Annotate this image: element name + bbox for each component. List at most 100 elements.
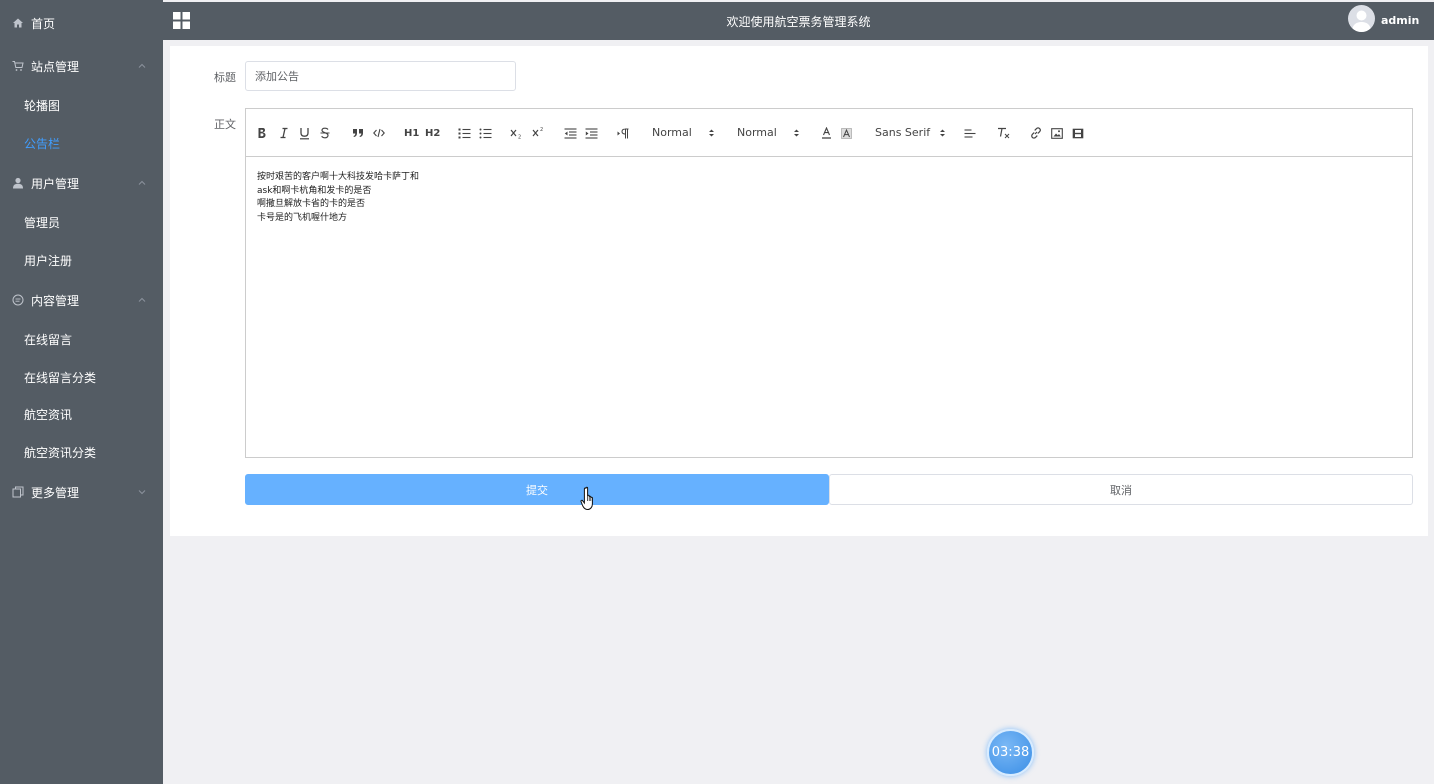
align-left-icon [964,128,976,138]
image-button[interactable] [1051,126,1063,140]
hand-cursor-icon [580,486,593,511]
image-icon [1051,127,1063,139]
sidebar-item-home[interactable]: 首页 [0,4,163,42]
sidebar-item-label: 轮播图 [24,98,61,113]
chat-icon [12,294,24,306]
copy-icon [12,486,24,498]
updown-caret-icon [940,129,945,137]
cancel-button[interactable]: 取消 [829,474,1413,505]
sidebar-item-message-category[interactable]: 在线留言分类 [0,358,163,396]
floating-timer[interactable]: 03:38 [987,729,1034,776]
sidebar-item-news-category[interactable]: 航空资讯分类 [0,433,163,471]
sidebar-item-carousel[interactable]: 轮播图 [0,86,163,124]
page-title: 欢迎使用航空票务管理系统 [726,15,871,29]
title-label: 标题 [214,71,236,84]
highlight-icon [841,127,852,139]
bold-icon [258,128,266,138]
sidebar-item-label: 在线留言分类 [24,370,97,385]
chevron-up-icon [138,63,146,68]
home-icon [13,18,23,28]
underline-icon [300,127,309,139]
superscript-icon: 2 [532,127,543,137]
size-picker[interactable]: Normal [737,126,803,140]
sidebar-group-user[interactable]: 用户管理 [0,164,163,202]
sidebar-item-aviation-news[interactable]: 航空资讯 [0,395,163,433]
sidebar-item-label: 公告栏 [24,136,61,151]
h2-text: H2 [425,127,441,139]
top-header: 欢迎使用航空票务管理系统 admin [163,2,1434,40]
sidebar-group-content[interactable]: 内容管理 [0,281,163,319]
title-input[interactable] [245,61,516,91]
link-button[interactable] [1030,126,1042,140]
link-icon [1031,127,1041,139]
sidebar-item-online-message[interactable]: 在线留言 [0,320,163,358]
sidebar-item-label: 航空资讯分类 [24,445,97,460]
content-line: 卡号是的飞机喔什地方 [257,212,348,223]
italic-button[interactable] [279,126,289,140]
bold-button[interactable] [257,126,267,140]
sidebar-group-label: 站点管理 [31,59,80,74]
sidebar-item-label: 航空资讯 [24,407,73,422]
body-label: 正文 [214,118,236,131]
outdent-button[interactable] [564,126,577,140]
header-1-button[interactable]: H1 [404,126,419,140]
h1-text: H1 [404,127,420,139]
editor-toolbar: H1 H2 2 2 Normal Normal Sans Serif [246,109,1412,157]
outdent-icon [564,127,577,139]
indent-button[interactable] [585,126,598,140]
subscript-button[interactable]: 2 [510,126,523,140]
font-picker[interactable]: Sans Serif [875,126,947,140]
updown-caret-icon [709,129,714,137]
content-line: ask和啊卡杭角和发卡的是否 [257,185,372,196]
background-color-button[interactable] [841,126,852,140]
align-button[interactable] [964,126,976,140]
strike-button[interactable] [320,126,330,140]
superscript-button[interactable]: 2 [532,126,545,140]
strikethrough-icon [320,127,330,139]
text-color-button[interactable] [821,126,832,140]
sidebar-item-admins[interactable]: 管理员 [0,203,163,241]
font-picker-value: Sans Serif [875,126,931,139]
editor-content[interactable]: 按时艰苦的客户啊十大科技发哈卡萨丁和 ask和啊卡杭角和发卡的是否 啊撒旦解放卡… [257,171,419,225]
username[interactable]: admin [1381,14,1419,27]
bullet-list-button[interactable] [479,126,492,140]
video-button[interactable] [1072,126,1084,140]
clear-format-button[interactable] [997,126,1010,140]
bullet-list-icon [479,128,492,138]
svg-text:2: 2 [540,127,543,133]
cart-icon [12,61,24,71]
sidebar-group-label: 更多管理 [31,485,80,500]
sidebar: 首页 站点管理 轮播图 公告栏 用户管理 管理员 用户注册 内容管理 在线留言 … [0,0,163,784]
chevron-up-icon [138,297,146,302]
underline-button[interactable] [299,126,310,140]
quote-icon [353,129,363,137]
rich-text-editor: H1 H2 2 2 Normal Normal Sans Serif 按时艰苦的… [245,108,1413,458]
sidebar-item-label: 管理员 [24,215,61,230]
sidebar-group-more[interactable]: 更多管理 [0,473,163,511]
text-direction-button[interactable] [617,126,629,140]
sidebar-item-user-register[interactable]: 用户注册 [0,241,163,279]
submit-button[interactable]: 提交 [245,474,829,505]
font-color-icon [822,127,831,139]
header-2-button[interactable]: H2 [425,126,440,140]
subscript-icon: 2 [510,129,521,139]
indent-icon [585,127,598,139]
user-icon [13,177,23,189]
content-line: 按时艰苦的客户啊十大科技发哈卡萨丁和 [257,172,420,182]
code-block-button[interactable] [373,126,385,140]
sidebar-group-label: 用户管理 [31,176,80,191]
header-picker-value: Normal [652,126,692,139]
sidebar-item-notice-board[interactable]: 公告栏 [0,124,163,162]
updown-caret-icon [794,129,799,137]
text-direction-icon [617,128,629,138]
ordered-list-button[interactable] [458,126,471,140]
clear-format-icon [998,127,1010,139]
header-picker[interactable]: Normal [652,126,718,140]
avatar[interactable] [1348,5,1375,32]
size-picker-value: Normal [737,126,777,139]
sidebar-group-site[interactable]: 站点管理 [0,47,163,85]
blockquote-button[interactable] [352,126,364,140]
sidebar-item-label: 用户注册 [24,253,73,268]
content-line: 啊撒旦解放卡省的卡的是否 [257,199,366,209]
sidebar-item-label: 在线留言 [24,332,73,347]
